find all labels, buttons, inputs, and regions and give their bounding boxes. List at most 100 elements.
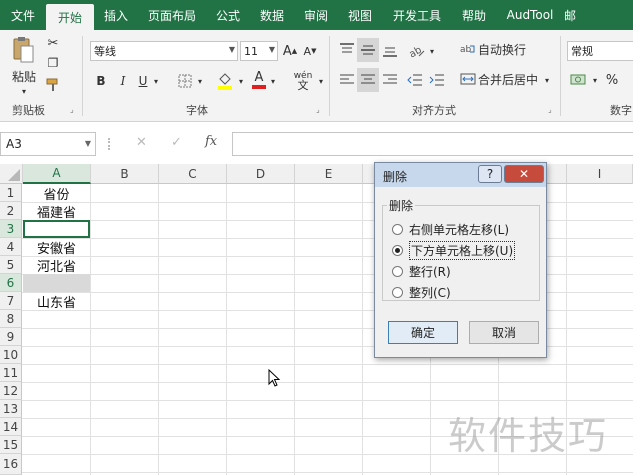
grow-font-button[interactable]: A ▲ [282,42,298,60]
orientation-icon[interactable]: ab [405,40,427,60]
format-painter-icon[interactable] [44,76,62,94]
tab-data[interactable]: 数据 [250,0,294,30]
row-header-15[interactable]: 15 [0,436,22,454]
column-header-a[interactable]: A [23,164,91,184]
font-name-dropdown-icon[interactable]: ▼ [229,45,235,54]
row-header-3[interactable]: 3 [0,220,22,238]
font-size-dropdown-icon[interactable]: ▼ [269,45,275,54]
dialog-help-button[interactable]: ? [478,165,502,183]
enter-entry-icon[interactable]: ✓ [171,135,182,150]
borders-dropdown-icon[interactable]: ▾ [195,74,205,88]
radio-selected-icon[interactable] [392,244,403,256]
row-header-16[interactable]: 16 [0,454,22,475]
percent-style-button[interactable]: % [604,70,620,90]
cell-a2[interactable]: 福建省 [23,202,90,221]
row-header-8[interactable]: 8 [0,310,22,328]
fill-color-icon[interactable] [216,70,234,92]
tab-file[interactable]: 文件 [0,0,46,30]
row-header-4[interactable]: 4 [0,238,22,256]
tab-view[interactable]: 视图 [338,0,382,30]
cell-a5[interactable]: 河北省 [23,256,90,275]
font-color-dropdown-icon[interactable]: ▾ [268,74,278,88]
wrap-text-button[interactable]: 自动换行 [478,40,538,58]
cancel-button[interactable]: 取消 [469,321,539,344]
radio-icon[interactable] [392,223,403,235]
cut-icon[interactable]: ✂ [44,34,62,52]
select-all-corner[interactable] [0,164,23,184]
tab-audtool[interactable]: AudTool [496,0,564,30]
row-header-7[interactable]: 7 [0,292,22,310]
column-header-c[interactable]: C [159,164,227,184]
option-shift-left[interactable]: 右侧单元格左移(L) [392,220,509,238]
formula-bar-grip[interactable] [108,138,112,150]
insert-function-icon[interactable]: fx [205,134,217,149]
merge-center-dropdown-icon[interactable]: ▾ [542,73,552,87]
underline-dropdown-icon[interactable]: ▾ [151,74,161,88]
row-header-12[interactable]: 12 [0,382,22,400]
wrap-text-icon[interactable]: ab [459,40,477,58]
cell-a3[interactable] [23,220,90,238]
shrink-font-button[interactable]: A ▼ [302,42,318,60]
paste-dropdown-icon[interactable]: ▾ [18,86,30,96]
name-box-dropdown-icon[interactable]: ▼ [85,133,91,155]
align-right-icon[interactable] [380,70,400,90]
tab-home[interactable]: 开始 [46,4,94,30]
decrease-indent-icon[interactable] [405,70,425,90]
bold-button[interactable]: B [93,72,109,90]
option-shift-up[interactable]: 下方单元格上移(U) [392,240,516,260]
paste-icon[interactable] [10,36,36,64]
align-middle-icon[interactable] [357,38,379,62]
number-format-combo[interactable]: 常规 [567,41,633,61]
radio-icon[interactable] [392,265,403,277]
cell-a4[interactable]: 安徽省 [23,238,90,257]
align-bottom-icon[interactable] [380,40,400,60]
cell-a1[interactable]: 省份 [23,184,90,203]
borders-icon[interactable] [176,72,194,90]
tab-formulas[interactable]: 公式 [206,0,250,30]
row-header-2[interactable]: 2 [0,202,22,220]
row-header-13[interactable]: 13 [0,400,22,418]
row-header-10[interactable]: 10 [0,346,22,364]
align-center-icon[interactable] [357,68,379,92]
formula-input[interactable] [232,132,633,156]
accounting-dropdown-icon[interactable]: ▾ [590,73,600,87]
dialog-titlebar[interactable]: 删除 ? ✕ [375,163,546,187]
row-header-1[interactable]: 1 [0,184,22,202]
merge-center-icon[interactable] [459,70,477,88]
row-header-9[interactable]: 9 [0,328,22,346]
column-header-i[interactable]: I [567,164,633,184]
name-box[interactable]: A3 ▼ [0,132,96,156]
align-left-icon[interactable] [337,70,357,90]
accounting-format-icon[interactable] [568,70,590,90]
phonetic-dropdown-icon[interactable]: ▾ [316,74,326,88]
column-header-d[interactable]: D [227,164,295,184]
phonetic-button[interactable]: wén 文 [290,68,316,94]
underline-button[interactable]: U [136,72,150,90]
paste-button[interactable]: 粘贴 [8,68,40,84]
tab-developer[interactable]: 开发工具 [382,0,452,30]
alignment-launcher-icon[interactable]: ⌟ [548,105,552,114]
option-entire-column[interactable]: 整列(C) [392,283,451,301]
row-header-5[interactable]: 5 [0,256,22,274]
option-entire-row[interactable]: 整行(R) [392,262,451,280]
row-header-6[interactable]: 6 [0,274,22,292]
font-color-button[interactable]: A [251,68,267,92]
font-name-combo[interactable]: 等线 ▼ [90,41,238,61]
row-header-11[interactable]: 11 [0,364,22,382]
clipboard-launcher-icon[interactable]: ⌟ [70,105,74,114]
italic-button[interactable]: I [116,72,130,90]
tab-page-layout[interactable]: 页面布局 [138,0,206,30]
merge-center-button[interactable]: 合并后居中 [478,70,542,88]
ok-button[interactable]: 确定 [388,321,458,344]
cell-a6[interactable] [23,274,90,292]
column-header-b[interactable]: B [91,164,159,184]
tab-review[interactable]: 审阅 [294,0,338,30]
increase-indent-icon[interactable] [427,70,447,90]
align-top-icon[interactable] [337,40,357,60]
row-header-14[interactable]: 14 [0,418,22,436]
tab-mailings[interactable]: 邮 [564,0,583,30]
dialog-close-button[interactable]: ✕ [504,165,544,183]
column-header-e[interactable]: E [295,164,363,184]
font-size-combo[interactable]: 11 ▼ [240,41,278,61]
font-launcher-icon[interactable]: ⌟ [316,105,320,114]
